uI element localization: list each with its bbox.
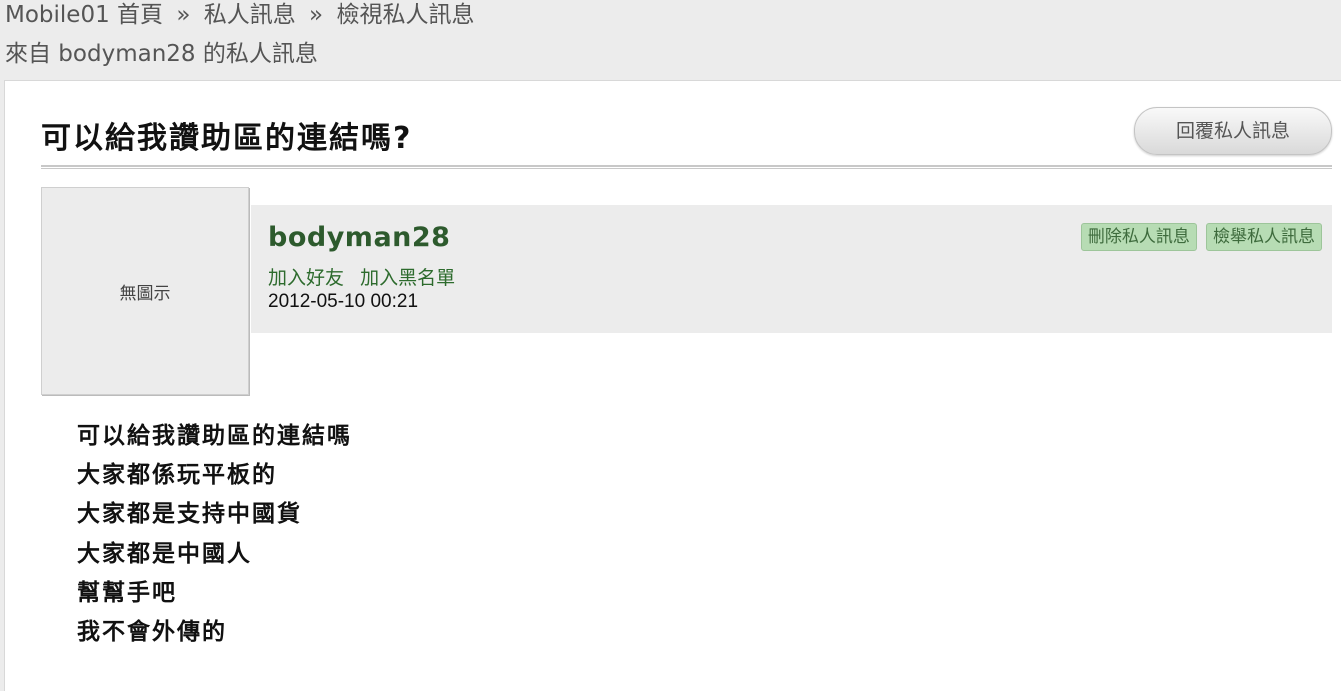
message-line: 大家都是支持中國貨	[77, 501, 302, 528]
message-line: 大家都係玩平板的	[77, 462, 277, 489]
breadcrumb-separator: »	[309, 2, 324, 28]
add-blacklist-link[interactable]: 加入黑名單	[360, 267, 455, 289]
message-actions: 刪除私人訊息 檢舉私人訊息	[1077, 223, 1322, 251]
message-line: 大家都是中國人	[77, 540, 252, 567]
delete-message-button[interactable]: 刪除私人訊息	[1080, 223, 1197, 251]
header: Mobile01 首頁 » 私人訊息 » 檢視私人訊息 來自 bodyman28…	[0, 0, 1341, 80]
message-title: 可以給我讚助區的連結嗎?	[41, 121, 413, 156]
message-date: 2012-05-10 00:21	[268, 291, 419, 312]
reply-button[interactable]: 回覆私人訊息	[1134, 107, 1332, 155]
breadcrumb-separator: »	[176, 2, 191, 28]
message-line: 幫幫手吧	[77, 579, 177, 606]
message-line: 我不會外傳的	[77, 619, 227, 646]
sender-links: 加入好友 加入黑名單	[268, 263, 465, 290]
message-panel: 可以給我讚助區的連結嗎? 回覆私人訊息 無圖示 bodyman28 加入好友 加…	[4, 80, 1341, 691]
sender-username[interactable]: bodyman28	[268, 222, 450, 253]
page-subtitle: 來自 bodyman28 的私人訊息	[5, 41, 318, 67]
add-friend-link[interactable]: 加入好友	[268, 267, 344, 289]
title-divider	[41, 165, 1332, 169]
breadcrumb-current: 檢視私人訊息	[336, 2, 475, 28]
avatar: 無圖示	[41, 187, 249, 395]
message-body: 可以給我讚助區的連結嗎 大家都係玩平板的 大家都是支持中國貨 大家都是中國人 幫…	[77, 417, 352, 652]
sender-info: bodyman28 加入好友 加入黑名單 2012-05-10 00:21 刪除…	[251, 205, 1332, 333]
message-line: 可以給我讚助區的連結嗎	[77, 423, 352, 449]
breadcrumb: Mobile01 首頁 » 私人訊息 » 檢視私人訊息	[5, 0, 474, 30]
breadcrumb-pm-link[interactable]: 私人訊息	[204, 2, 296, 28]
breadcrumb-home-link[interactable]: Mobile01 首頁	[5, 2, 163, 28]
report-message-button[interactable]: 檢舉私人訊息	[1206, 223, 1322, 251]
